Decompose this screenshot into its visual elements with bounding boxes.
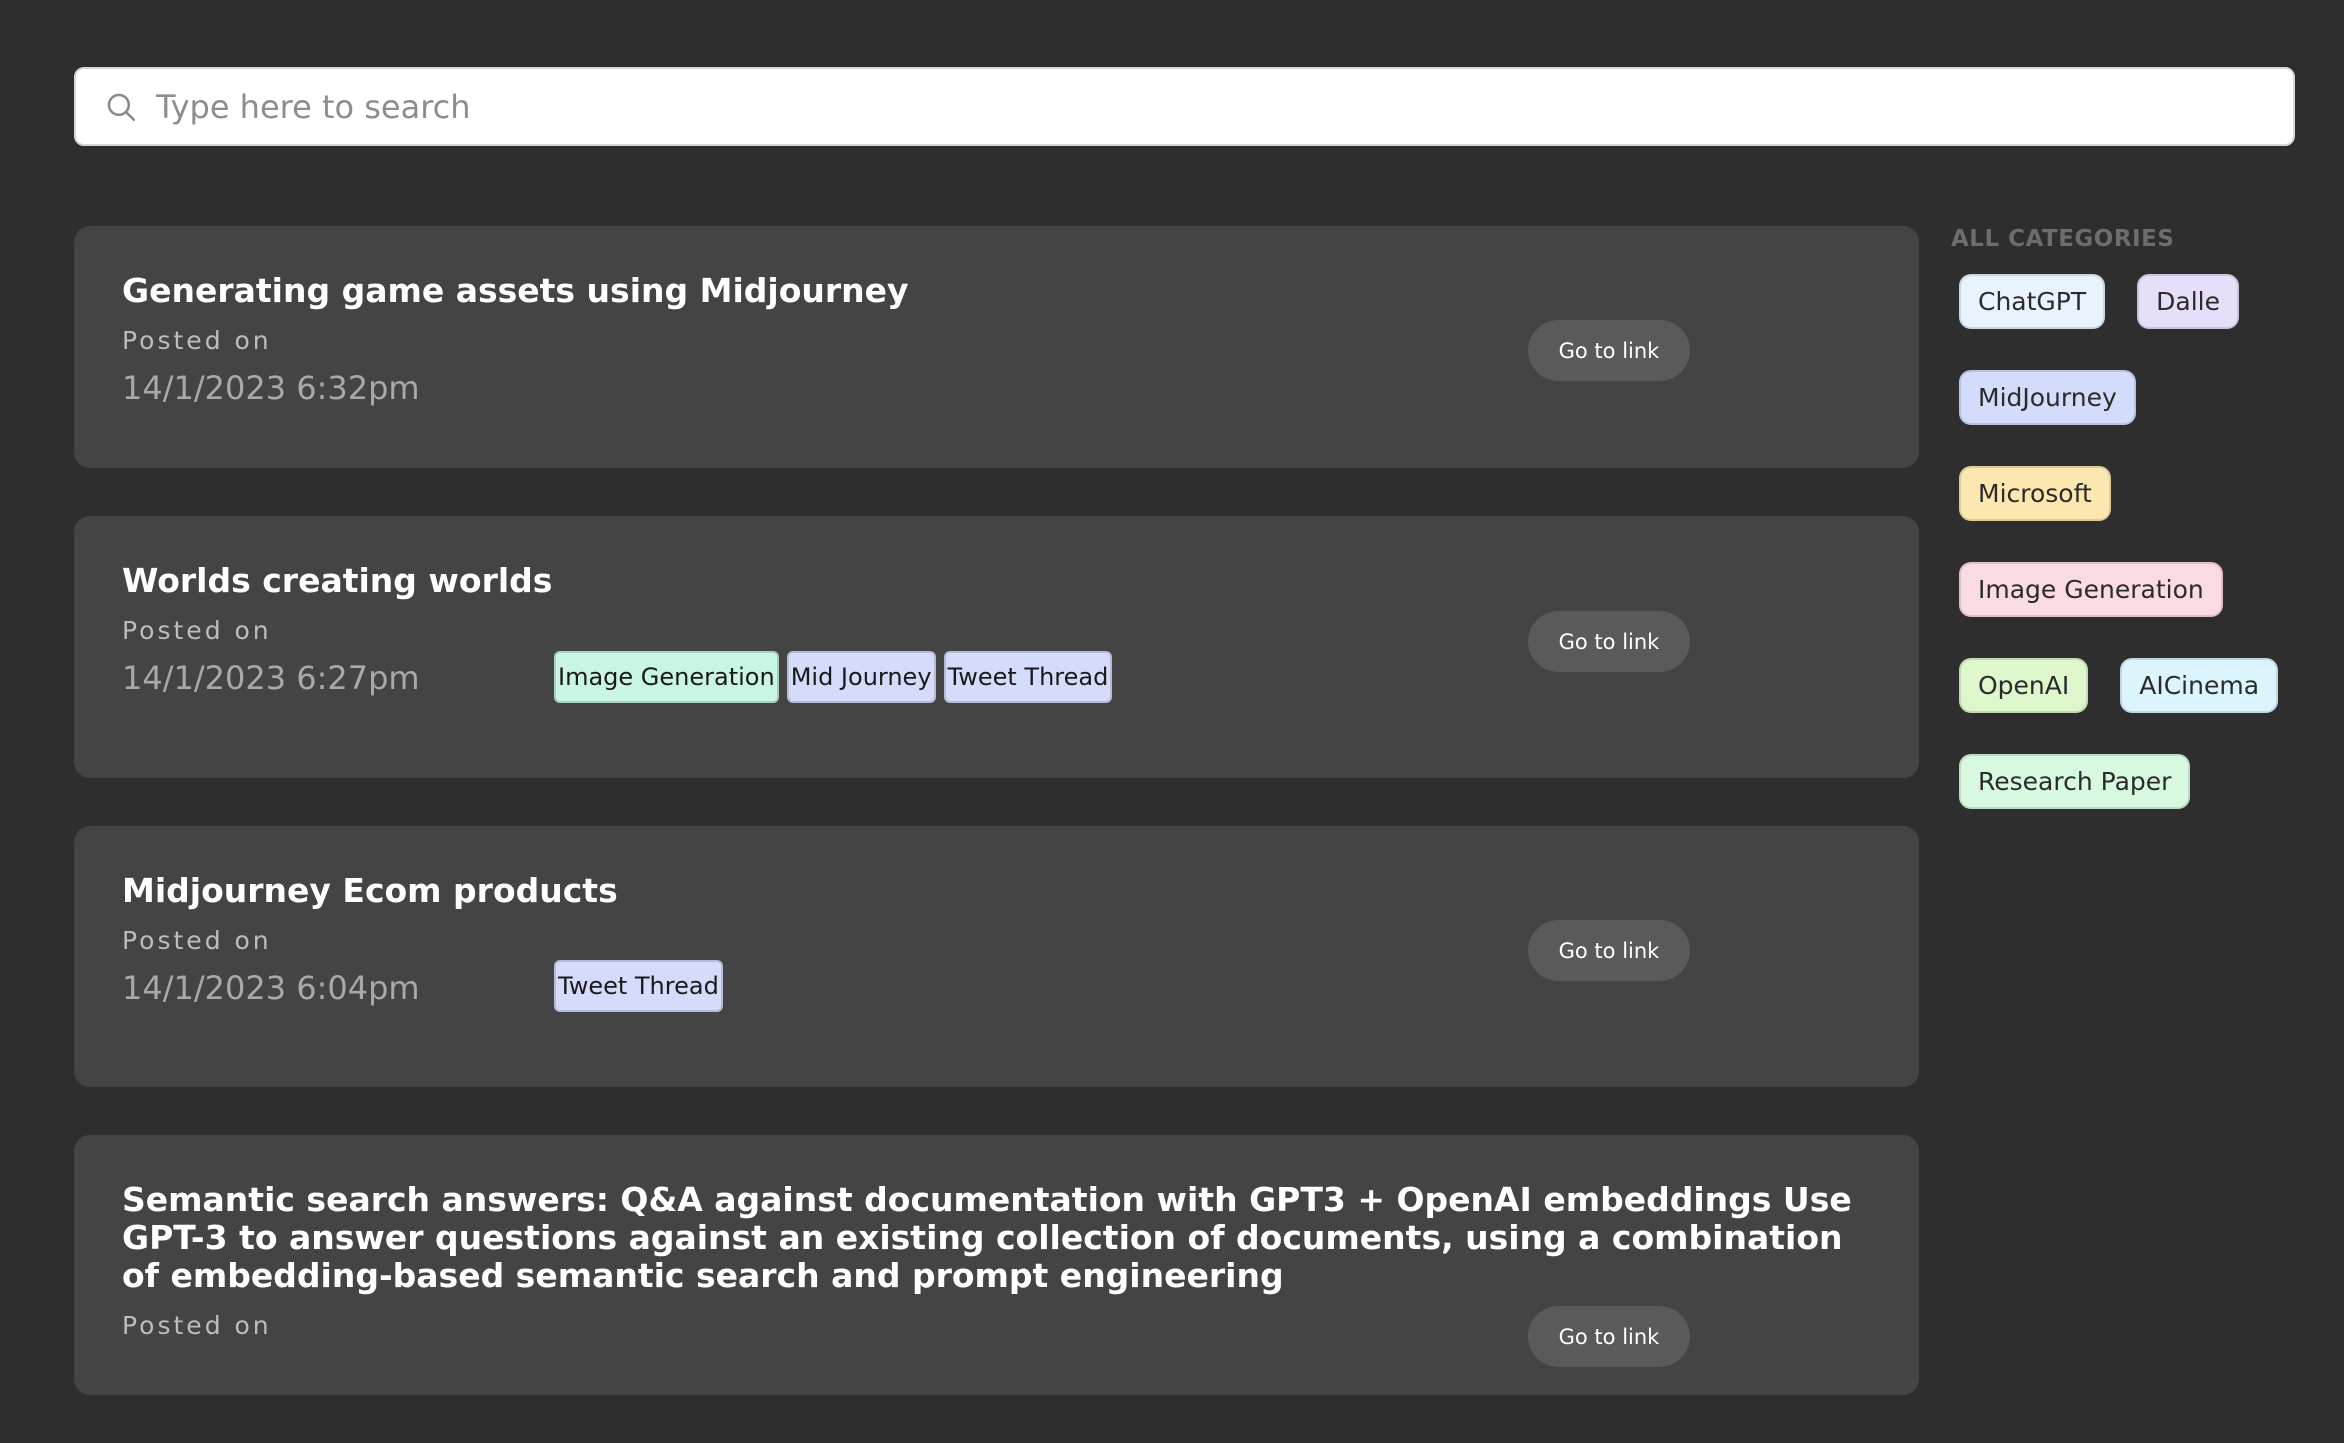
post-title: Worlds creating worlds bbox=[122, 561, 553, 600]
tag-list: Image Generation Mid Journey Tweet Threa… bbox=[554, 651, 1113, 703]
category-microsoft[interactable]: Microsoft bbox=[1959, 466, 2111, 521]
go-to-link-button[interactable]: Go to link bbox=[1528, 320, 1690, 381]
post-card: Semantic search answers: Q&A against doc… bbox=[74, 1135, 1919, 1395]
search-input[interactable] bbox=[154, 76, 2154, 137]
tag-tweet-thread[interactable]: Tweet Thread bbox=[943, 651, 1113, 703]
post-card: Midjourney Ecom products Posted on 14/1/… bbox=[74, 826, 1919, 1087]
categories-heading: ALL CATEGORIES bbox=[1951, 226, 2175, 252]
tag-list: Tweet Thread bbox=[554, 960, 723, 1012]
go-to-link-button[interactable]: Go to link bbox=[1528, 920, 1690, 981]
category-row: OpenAI AICinema bbox=[1951, 658, 2311, 713]
category-image-generation[interactable]: Image Generation bbox=[1959, 562, 2223, 617]
category-research-paper[interactable]: Research Paper bbox=[1959, 754, 2191, 809]
category-row: MidJourney bbox=[1951, 370, 2311, 425]
post-title: Semantic search answers: Q&A against doc… bbox=[122, 1180, 1852, 1295]
category-openai[interactable]: OpenAI bbox=[1959, 658, 2089, 713]
post-title: Midjourney Ecom products bbox=[122, 871, 618, 910]
category-row: Microsoft bbox=[1951, 466, 2311, 521]
post-title: Generating game assets using Midjourney bbox=[122, 271, 909, 310]
go-to-link-button[interactable]: Go to link bbox=[1528, 1306, 1690, 1367]
post-list: Generating game assets using Midjourney … bbox=[74, 226, 1919, 1443]
tag-image-generation[interactable]: Image Generation bbox=[554, 651, 779, 703]
search-bar[interactable] bbox=[74, 67, 2295, 146]
category-row: Image Generation bbox=[1951, 562, 2311, 617]
category-row: ChatGPT Dalle bbox=[1951, 274, 2311, 329]
category-chatgpt[interactable]: ChatGPT bbox=[1959, 274, 2106, 329]
category-row: Research Paper bbox=[1951, 754, 2311, 809]
post-card: Generating game assets using Midjourney … bbox=[74, 226, 1919, 468]
search-icon bbox=[107, 93, 136, 121]
go-to-link-button[interactable]: Go to link bbox=[1528, 611, 1690, 672]
category-dalle[interactable]: Dalle bbox=[2137, 274, 2239, 329]
category-aicinema[interactable]: AICinema bbox=[2120, 658, 2279, 713]
tag-tweet-thread[interactable]: Tweet Thread bbox=[554, 960, 723, 1012]
category-midjourney[interactable]: MidJourney bbox=[1959, 370, 2136, 425]
tag-mid-journey[interactable]: Mid Journey bbox=[786, 651, 936, 703]
categories-sidebar: ALL CATEGORIES ChatGPT Dalle MidJourney … bbox=[1951, 226, 2311, 850]
post-card: Worlds creating worlds Posted on 14/1/20… bbox=[74, 516, 1919, 778]
